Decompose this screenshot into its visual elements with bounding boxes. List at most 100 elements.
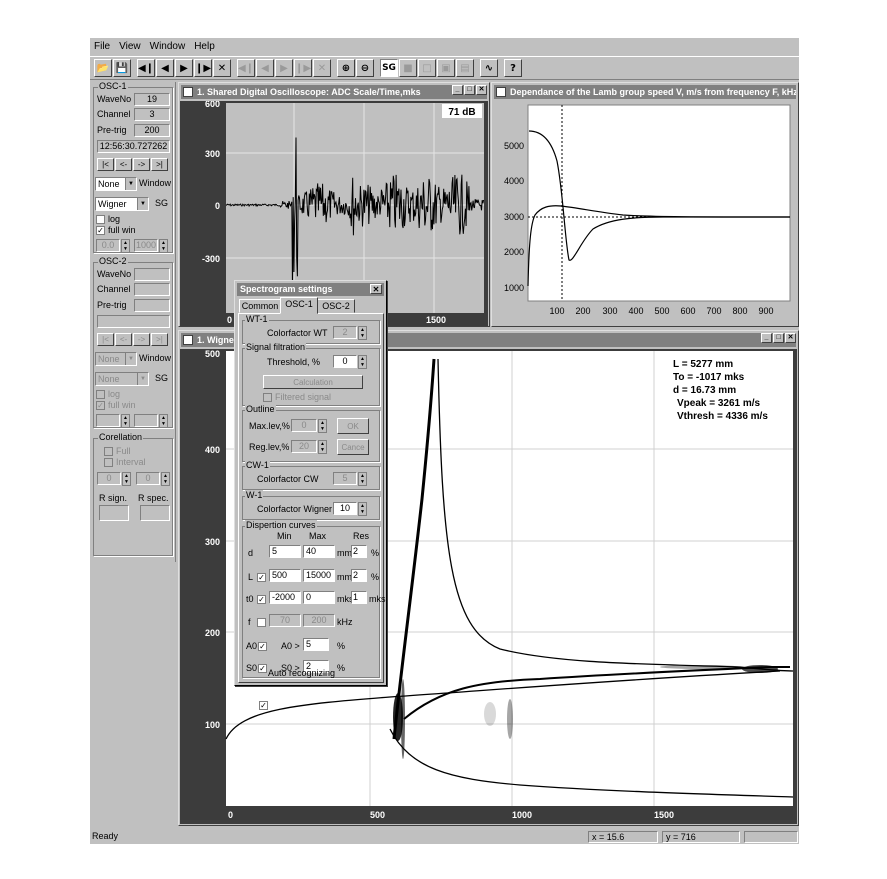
colorfactor-wt-field[interactable]: 2	[333, 326, 357, 339]
tab-common[interactable]: Common	[239, 299, 281, 313]
osc1-first-button[interactable]: |<	[97, 158, 114, 171]
corr-v1-spin[interactable]: ▲ ▼	[122, 472, 131, 486]
s0-checkbox[interactable]: ✓	[258, 664, 267, 673]
a0-checkbox[interactable]: ✓	[258, 642, 267, 651]
prev-icon[interactable]: ◀	[156, 59, 174, 77]
osc1-last-button[interactable]: >|	[151, 158, 168, 171]
row-l-res[interactable]: 2	[351, 569, 367, 582]
row-t0-res[interactable]: 1	[351, 591, 367, 604]
wave-icon[interactable]: ∿	[480, 59, 498, 77]
tab-osc2[interactable]: OSC-2	[317, 299, 355, 313]
corr-full-checkbox[interactable]	[104, 447, 113, 456]
row-t0-max[interactable]: 0	[303, 591, 335, 604]
maxlev-spin[interactable]: ▲ ▼	[318, 419, 327, 433]
colorfactor-w-spin[interactable]: ▲ ▼	[358, 502, 367, 516]
osc1-val2-field[interactable]: 1000	[134, 239, 158, 252]
menu-window[interactable]: Window	[150, 41, 186, 52]
zoom-in-icon[interactable]: ⊕	[337, 59, 355, 77]
first-icon[interactable]: ◀❙	[137, 59, 155, 77]
row-d-max[interactable]: 40	[303, 545, 335, 558]
menu-file[interactable]: File	[94, 41, 110, 52]
osc2-prev-button[interactable]: <-	[115, 333, 132, 346]
row-t0-checkbox[interactable]: ✓	[257, 595, 266, 604]
colorfactor-w-field[interactable]: 10	[333, 502, 357, 515]
dialog-titlebar[interactable]: Spectrogram settings ✕	[237, 283, 384, 296]
osc1-val2-spin[interactable]: ▲ ▼	[159, 239, 168, 253]
minimize-icon[interactable]: _	[452, 85, 463, 95]
osc2-log-checkbox[interactable]	[96, 390, 105, 399]
threshold-spin[interactable]: ▲ ▼	[358, 355, 367, 369]
osc2-fullwin-checkbox[interactable]: ✓	[96, 401, 105, 410]
osc1-window-select[interactable]: None ▼	[95, 177, 137, 191]
a0-field[interactable]: 5	[303, 638, 329, 651]
osc2-val2-spin[interactable]: ▲ ▼	[159, 414, 168, 428]
window-icon[interactable]: ▣	[437, 59, 455, 77]
window2-icon[interactable]: ▤	[456, 59, 474, 77]
close-icon[interactable]: ✕	[785, 333, 796, 343]
osc1-fullwin-checkbox[interactable]: ✓	[96, 226, 105, 235]
row-l-min[interactable]: 500	[269, 569, 301, 582]
osc1-sg-select[interactable]: Wigner ▼	[95, 197, 149, 211]
row-f-checkbox[interactable]	[257, 618, 266, 627]
osc2-val2-field[interactable]	[134, 414, 158, 427]
close-icon[interactable]: ✕	[476, 85, 487, 95]
osc1-pretrig-field[interactable]: 200	[134, 124, 170, 137]
ok-button[interactable]: OK	[337, 418, 369, 434]
cut-icon[interactable]: ✕	[213, 59, 231, 77]
osc2-val1-spin[interactable]: ▲ ▼	[121, 414, 130, 428]
osc1-val1-spin[interactable]: ▲ ▼	[121, 239, 130, 253]
osc1-waveno-field[interactable]: 19	[134, 93, 170, 106]
tile-icon[interactable]: ■	[399, 59, 417, 77]
sg-icon[interactable]: SG	[380, 59, 398, 77]
menu-view[interactable]: View	[119, 41, 141, 52]
row-f-min[interactable]: 70	[269, 614, 301, 627]
row-f-max[interactable]: 200	[303, 614, 335, 627]
maximize-icon[interactable]: □	[464, 85, 475, 95]
lamb-titlebar[interactable]: Dependance of the Lamb group speed V, m/…	[494, 85, 796, 99]
auto-recognizing-checkbox[interactable]: ✓	[259, 701, 268, 710]
row-t0-min[interactable]: -2000	[269, 591, 301, 604]
maxlev-field[interactable]: 0	[291, 419, 317, 432]
maximize-icon[interactable]: □	[773, 333, 784, 343]
corr-v2-field[interactable]: 0	[136, 472, 160, 485]
row-l-max[interactable]: 15000	[303, 569, 335, 582]
last-icon[interactable]: ❙▶	[194, 59, 212, 77]
calculation-button[interactable]: Calculation	[263, 375, 363, 389]
osc1-next-button[interactable]: ->	[133, 158, 150, 171]
reglev-field[interactable]: 20	[291, 440, 317, 453]
filtered-signal-checkbox[interactable]	[263, 393, 272, 402]
osc1-channel-field[interactable]: 3	[134, 108, 170, 121]
reglev-spin[interactable]: ▲ ▼	[318, 440, 327, 454]
zoom-out-icon[interactable]: ⊖	[356, 59, 374, 77]
osc2-waveno-field[interactable]	[134, 268, 170, 281]
tab-osc1[interactable]: OSC-1	[280, 297, 318, 314]
close-icon[interactable]: ✕	[370, 284, 382, 294]
osc1-prev-button[interactable]: <-	[115, 158, 132, 171]
cancel-button[interactable]: Cance	[337, 439, 369, 455]
colorfactor-cw-field[interactable]: 5	[333, 472, 357, 485]
osc2-val1-field[interactable]	[96, 414, 120, 427]
threshold-field[interactable]: 0	[333, 355, 357, 368]
help-icon[interactable]: ?	[504, 59, 522, 77]
colorfactor-wt-spin[interactable]: ▲ ▼	[358, 326, 367, 340]
osc2-next-button[interactable]: ->	[133, 333, 150, 346]
corr-interval-checkbox[interactable]	[104, 458, 113, 467]
cascade-icon[interactable]: □	[418, 59, 436, 77]
corr-v2-spin[interactable]: ▲ ▼	[161, 472, 170, 486]
minimize-icon[interactable]: _	[761, 333, 772, 343]
next-icon[interactable]: ▶	[175, 59, 193, 77]
osc1-log-checkbox[interactable]	[96, 215, 105, 224]
row-l-checkbox[interactable]: ✓	[257, 573, 266, 582]
osc1-val1-field[interactable]: 0.0	[96, 239, 120, 252]
corr-v1-field[interactable]: 0	[97, 472, 121, 485]
osc2-last-button[interactable]: >|	[151, 333, 168, 346]
row-d-min[interactable]: 5	[269, 545, 301, 558]
row-d-res[interactable]: 2	[351, 545, 367, 558]
menu-help[interactable]: Help	[194, 41, 215, 52]
colorfactor-cw-spin[interactable]: ▲ ▼	[358, 472, 367, 486]
osc2-window-select[interactable]: None ▼	[95, 352, 137, 366]
osc2-first-button[interactable]: |<	[97, 333, 114, 346]
osc2-sg-select[interactable]: None ▼	[95, 372, 149, 386]
save-icon[interactable]: 💾	[113, 59, 131, 77]
open-icon[interactable]: 📂	[94, 59, 112, 77]
